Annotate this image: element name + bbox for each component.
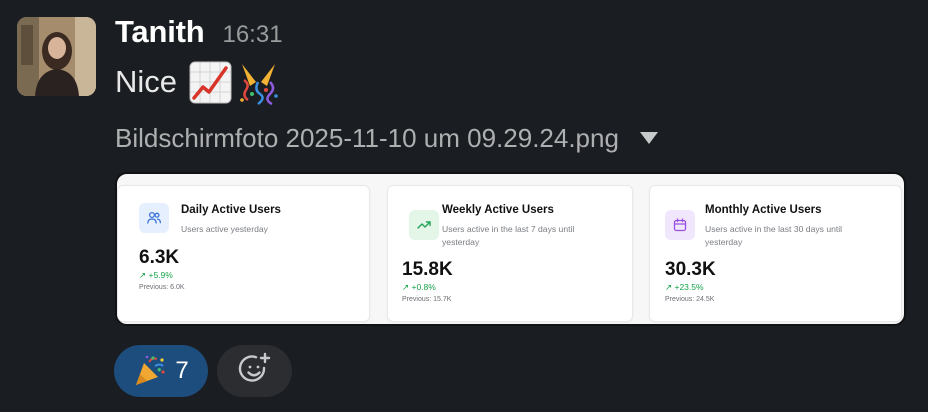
avatar[interactable] — [17, 17, 96, 96]
metric-card-monthly: Monthly Active Users Users active in the… — [649, 185, 902, 322]
reactions-bar: 7 — [114, 345, 292, 397]
card-title: Weekly Active Users — [442, 204, 554, 216]
party-popper-icon — [133, 354, 167, 388]
add-reaction-icon — [237, 351, 273, 392]
card-value: 15.8K — [402, 259, 453, 280]
image-preview[interactable]: Daily Active Users Users active yesterda… — [115, 172, 906, 326]
card-change: ↗ +23.5% — [665, 282, 704, 292]
add-reaction-button[interactable] — [217, 345, 292, 397]
card-previous: Previous: 15.7K — [402, 296, 452, 303]
card-previous: Previous: 24.5K — [665, 296, 715, 303]
avatar-image — [17, 17, 96, 96]
card-value: 6.3K — [139, 247, 180, 268]
reaction-party-popper[interactable]: 7 — [114, 345, 208, 397]
metric-card-weekly: Weekly Active Users Users active in the … — [387, 185, 633, 322]
author-name[interactable]: Tanith — [115, 14, 205, 50]
party-popper-icon — [236, 60, 281, 105]
card-change: ↗ +0.8% — [402, 282, 436, 292]
message-text: Nice — [115, 64, 178, 99]
card-description: Users active in the last 30 days until y… — [705, 224, 843, 247]
card-change: ↗ +5.9% — [139, 270, 173, 280]
caret-down-icon[interactable] — [637, 126, 661, 150]
card-title: Monthly Active Users — [705, 204, 822, 216]
attachment-file-name[interactable]: Bildschirmfoto 2025-11-10 um 09.29.24.pn… — [115, 123, 619, 154]
chart-increasing-icon — [188, 60, 233, 105]
message-header: Tanith 16:31 — [115, 14, 283, 54]
metric-card-daily: Daily Active Users Users active yesterda… — [117, 185, 370, 322]
card-title: Daily Active Users — [181, 204, 281, 216]
card-description: Users active yesterday — [181, 224, 268, 234]
message-timestamp[interactable]: 16:31 — [222, 21, 282, 49]
users-icon — [139, 203, 169, 233]
card-value: 30.3K — [665, 259, 716, 280]
card-previous: Previous: 6.0K — [139, 284, 185, 291]
trending-up-icon — [409, 210, 439, 240]
reaction-count: 7 — [175, 357, 189, 384]
message-body: Nice — [115, 58, 281, 106]
card-description: Users active in the last 7 days until ye… — [442, 224, 575, 247]
attachment-header: Bildschirmfoto 2025-11-10 um 09.29.24.pn… — [115, 118, 661, 158]
calendar-icon — [665, 210, 695, 240]
